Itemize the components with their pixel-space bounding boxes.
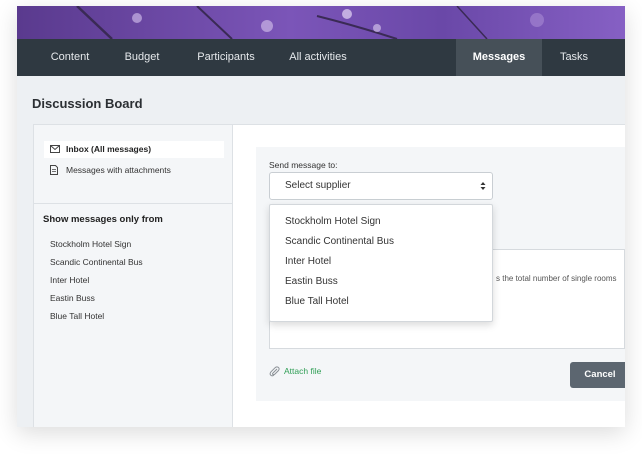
page-title: Discussion Board	[32, 96, 143, 111]
sidebar-item-attachments[interactable]: Messages with attachments	[44, 162, 224, 179]
attach-file-label: Attach file	[284, 366, 322, 376]
tab-participants[interactable]: Participants	[187, 39, 265, 76]
tab-content[interactable]: Content	[35, 39, 105, 76]
paperclip-icon	[269, 366, 280, 377]
supplier-select[interactable]: Select supplier	[269, 172, 493, 200]
send-to-label: Send message to:	[269, 160, 338, 170]
dropdown-option-blue-tall-hotel[interactable]: Blue Tall Hotel	[285, 296, 349, 307]
sidebar-item-label: Messages with attachments	[66, 165, 171, 175]
dropdown-option-inter-hotel[interactable]: Inter Hotel	[285, 256, 331, 267]
filter-item-eastin-buss[interactable]: Eastin Buss	[50, 293, 95, 303]
cancel-button[interactable]: Cancel	[570, 362, 625, 388]
filter-item-stockholm-hotel-sign[interactable]: Stockholm Hotel Sign	[50, 239, 131, 249]
sidebar-item-inbox[interactable]: Inbox (All messages)	[44, 141, 224, 158]
tab-all-activities[interactable]: All activities	[277, 39, 359, 76]
sidebar-divider	[34, 203, 232, 204]
dropdown-option-stockholm-hotel-sign[interactable]: Stockholm Hotel Sign	[285, 216, 381, 227]
dropdown-option-scandic-continental-bus[interactable]: Scandic Continental Bus	[285, 236, 394, 247]
tab-budget[interactable]: Budget	[112, 39, 172, 76]
envelope-icon	[50, 145, 60, 153]
select-value: Select supplier	[285, 180, 351, 191]
filter-item-blue-tall-hotel[interactable]: Blue Tall Hotel	[50, 311, 104, 321]
filter-item-inter-hotel[interactable]: Inter Hotel	[50, 275, 89, 285]
supplier-dropdown-menu: Stockholm Hotel Sign Scandic Continental…	[269, 204, 493, 322]
select-arrows-icon	[480, 182, 486, 190]
attach-file-link[interactable]: Attach file	[269, 366, 322, 377]
filter-item-scandic-continental-bus[interactable]: Scandic Continental Bus	[50, 257, 143, 267]
tab-tasks[interactable]: Tasks	[547, 39, 601, 76]
tab-messages[interactable]: Messages	[456, 39, 542, 76]
filter-heading: Show messages only from	[43, 214, 163, 225]
dropdown-option-eastin-buss[interactable]: Eastin Buss	[285, 276, 338, 287]
message-text: s the total number of single rooms	[496, 274, 617, 283]
sidebar-item-label: Inbox (All messages)	[66, 144, 152, 154]
blossom-branch-illustration	[76, 6, 544, 39]
main-nav: Content Budget Participants All activiti…	[17, 39, 625, 76]
header-banner	[17, 6, 625, 39]
document-icon	[50, 165, 58, 175]
sidebar: Inbox (All messages) Messages with attac…	[33, 124, 233, 427]
